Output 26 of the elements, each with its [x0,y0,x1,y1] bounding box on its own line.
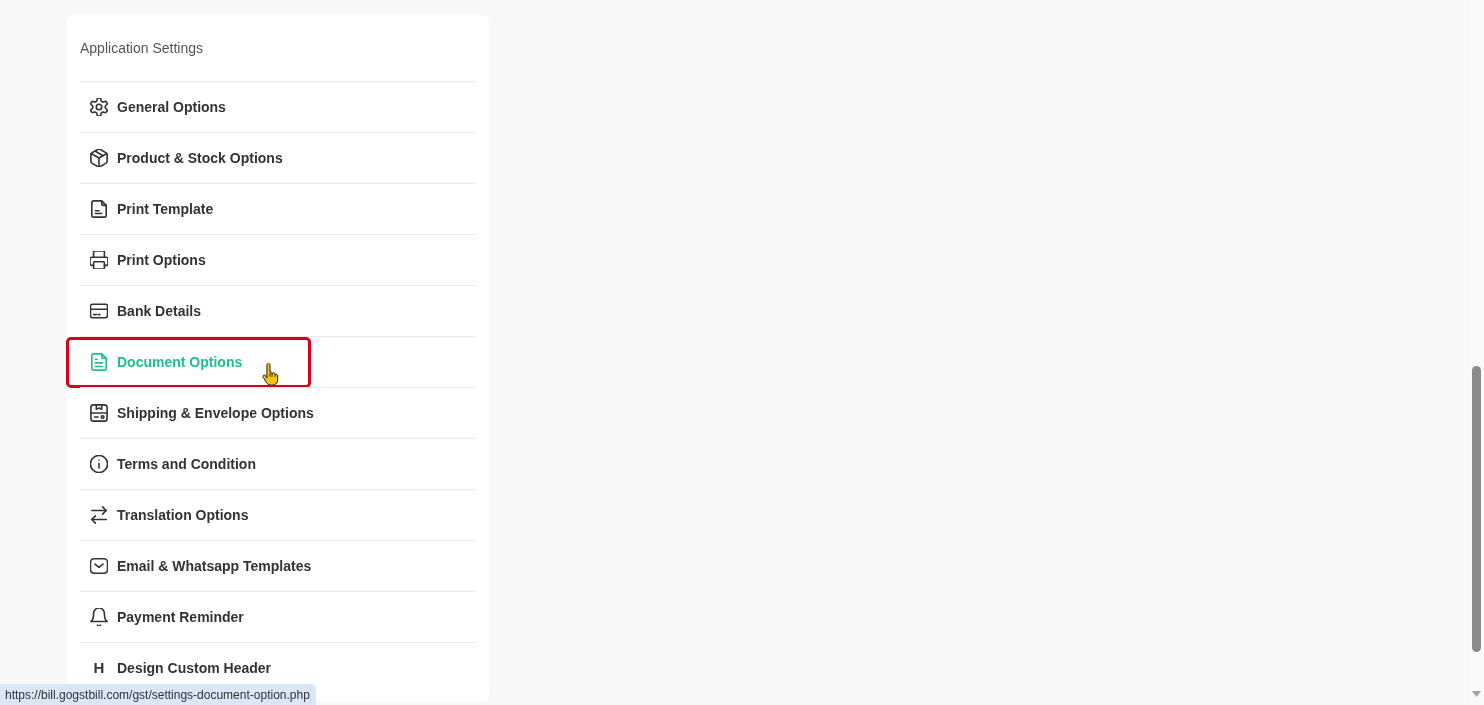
settings-menu-item[interactable]: Email & Whatsapp Templates [80,540,476,591]
settings-menu-item[interactable]: Print Options [80,234,476,285]
swap-arrows-icon [90,506,108,524]
settings-menu-item[interactable]: Bank Details [80,285,476,336]
scroll-down-arrow-icon[interactable] [1472,691,1481,697]
scrollbar-thumb[interactable] [1472,366,1481,652]
settings-menu-item[interactable]: Print Template [80,183,476,234]
settings-menu-item[interactable]: General Options [80,81,476,132]
document-icon [90,353,108,371]
card-icon [90,302,108,320]
settings-menu-item[interactable]: Shipping & Envelope Options [80,387,476,438]
settings-menu-item[interactable]: Product & Stock Options [80,132,476,183]
bell-icon [90,608,108,626]
heading-icon: H [90,659,108,677]
settings-menu-item[interactable]: Terms and Condition [80,438,476,489]
settings-menu-item[interactable]: Payment Reminder [80,591,476,642]
package-icon [90,404,108,422]
link-url-tooltip: https://bill.gogstbill.com/gst/settings-document-option.php [0,684,316,705]
box-icon [90,149,108,167]
envelope-icon [90,557,108,575]
panel-title: Application Settings [80,39,204,58]
document-icon [90,200,108,218]
info-icon [90,455,108,473]
printer-icon [90,251,108,269]
gear-icon [90,98,108,116]
settings-menu-item[interactable]: Translation Options [80,489,476,540]
